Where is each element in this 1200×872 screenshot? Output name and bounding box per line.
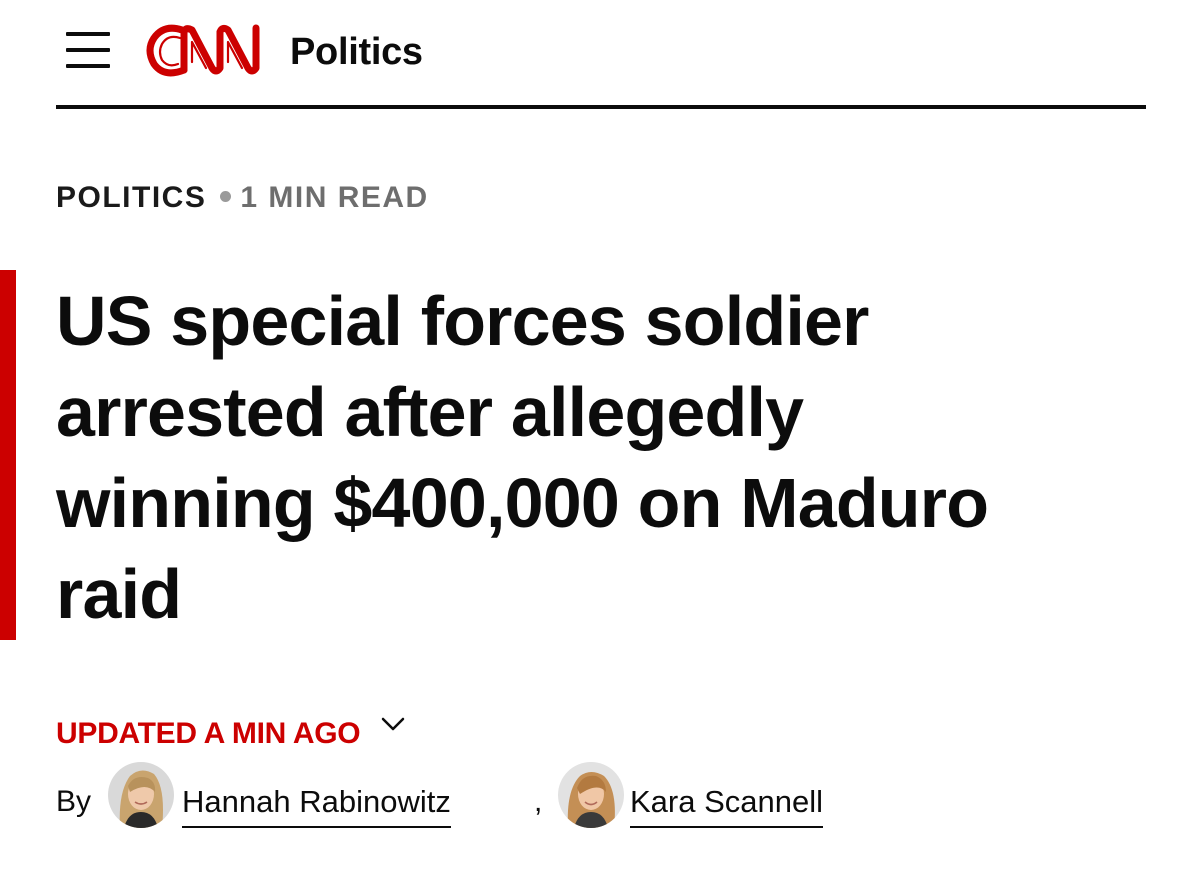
article-byline: By Hannah Rabinowitz , Kara Scannell — [56, 758, 956, 832]
read-time: 1 MIN READ — [240, 181, 429, 214]
author-link[interactable]: Hannah Rabinowitz — [182, 784, 451, 828]
menu-bar — [66, 64, 110, 68]
separator-dot-icon — [220, 190, 232, 202]
byline-separator: , — [534, 785, 543, 818]
article-headline: US special forces soldier arrested after… — [56, 282, 989, 633]
cnn-logo-icon — [146, 24, 260, 77]
timestamp-toggle[interactable]: UPDATED A MIN AGO — [56, 714, 405, 754]
author-avatar[interactable] — [108, 762, 174, 828]
kicker-section-link[interactable]: POLITICS — [56, 181, 206, 214]
section-title[interactable]: Politics — [290, 30, 423, 74]
chevron-down-icon — [381, 717, 405, 736]
author-avatar[interactable] — [558, 762, 624, 828]
timestamp-text: UPDATED A MIN AGO — [56, 717, 361, 750]
cnn-logo[interactable] — [142, 16, 272, 84]
site-header: Politics — [56, 0, 1146, 110]
menu-bar — [66, 48, 110, 52]
hamburger-menu-icon[interactable] — [60, 28, 110, 72]
byline-prefix: By — [56, 785, 92, 818]
menu-bar — [66, 32, 110, 36]
header-divider — [56, 105, 1146, 109]
author-link[interactable]: Kara Scannell — [630, 784, 824, 828]
headline-accent-bar — [0, 270, 16, 640]
article-kicker: POLITICS 1 MIN READ — [56, 180, 429, 216]
